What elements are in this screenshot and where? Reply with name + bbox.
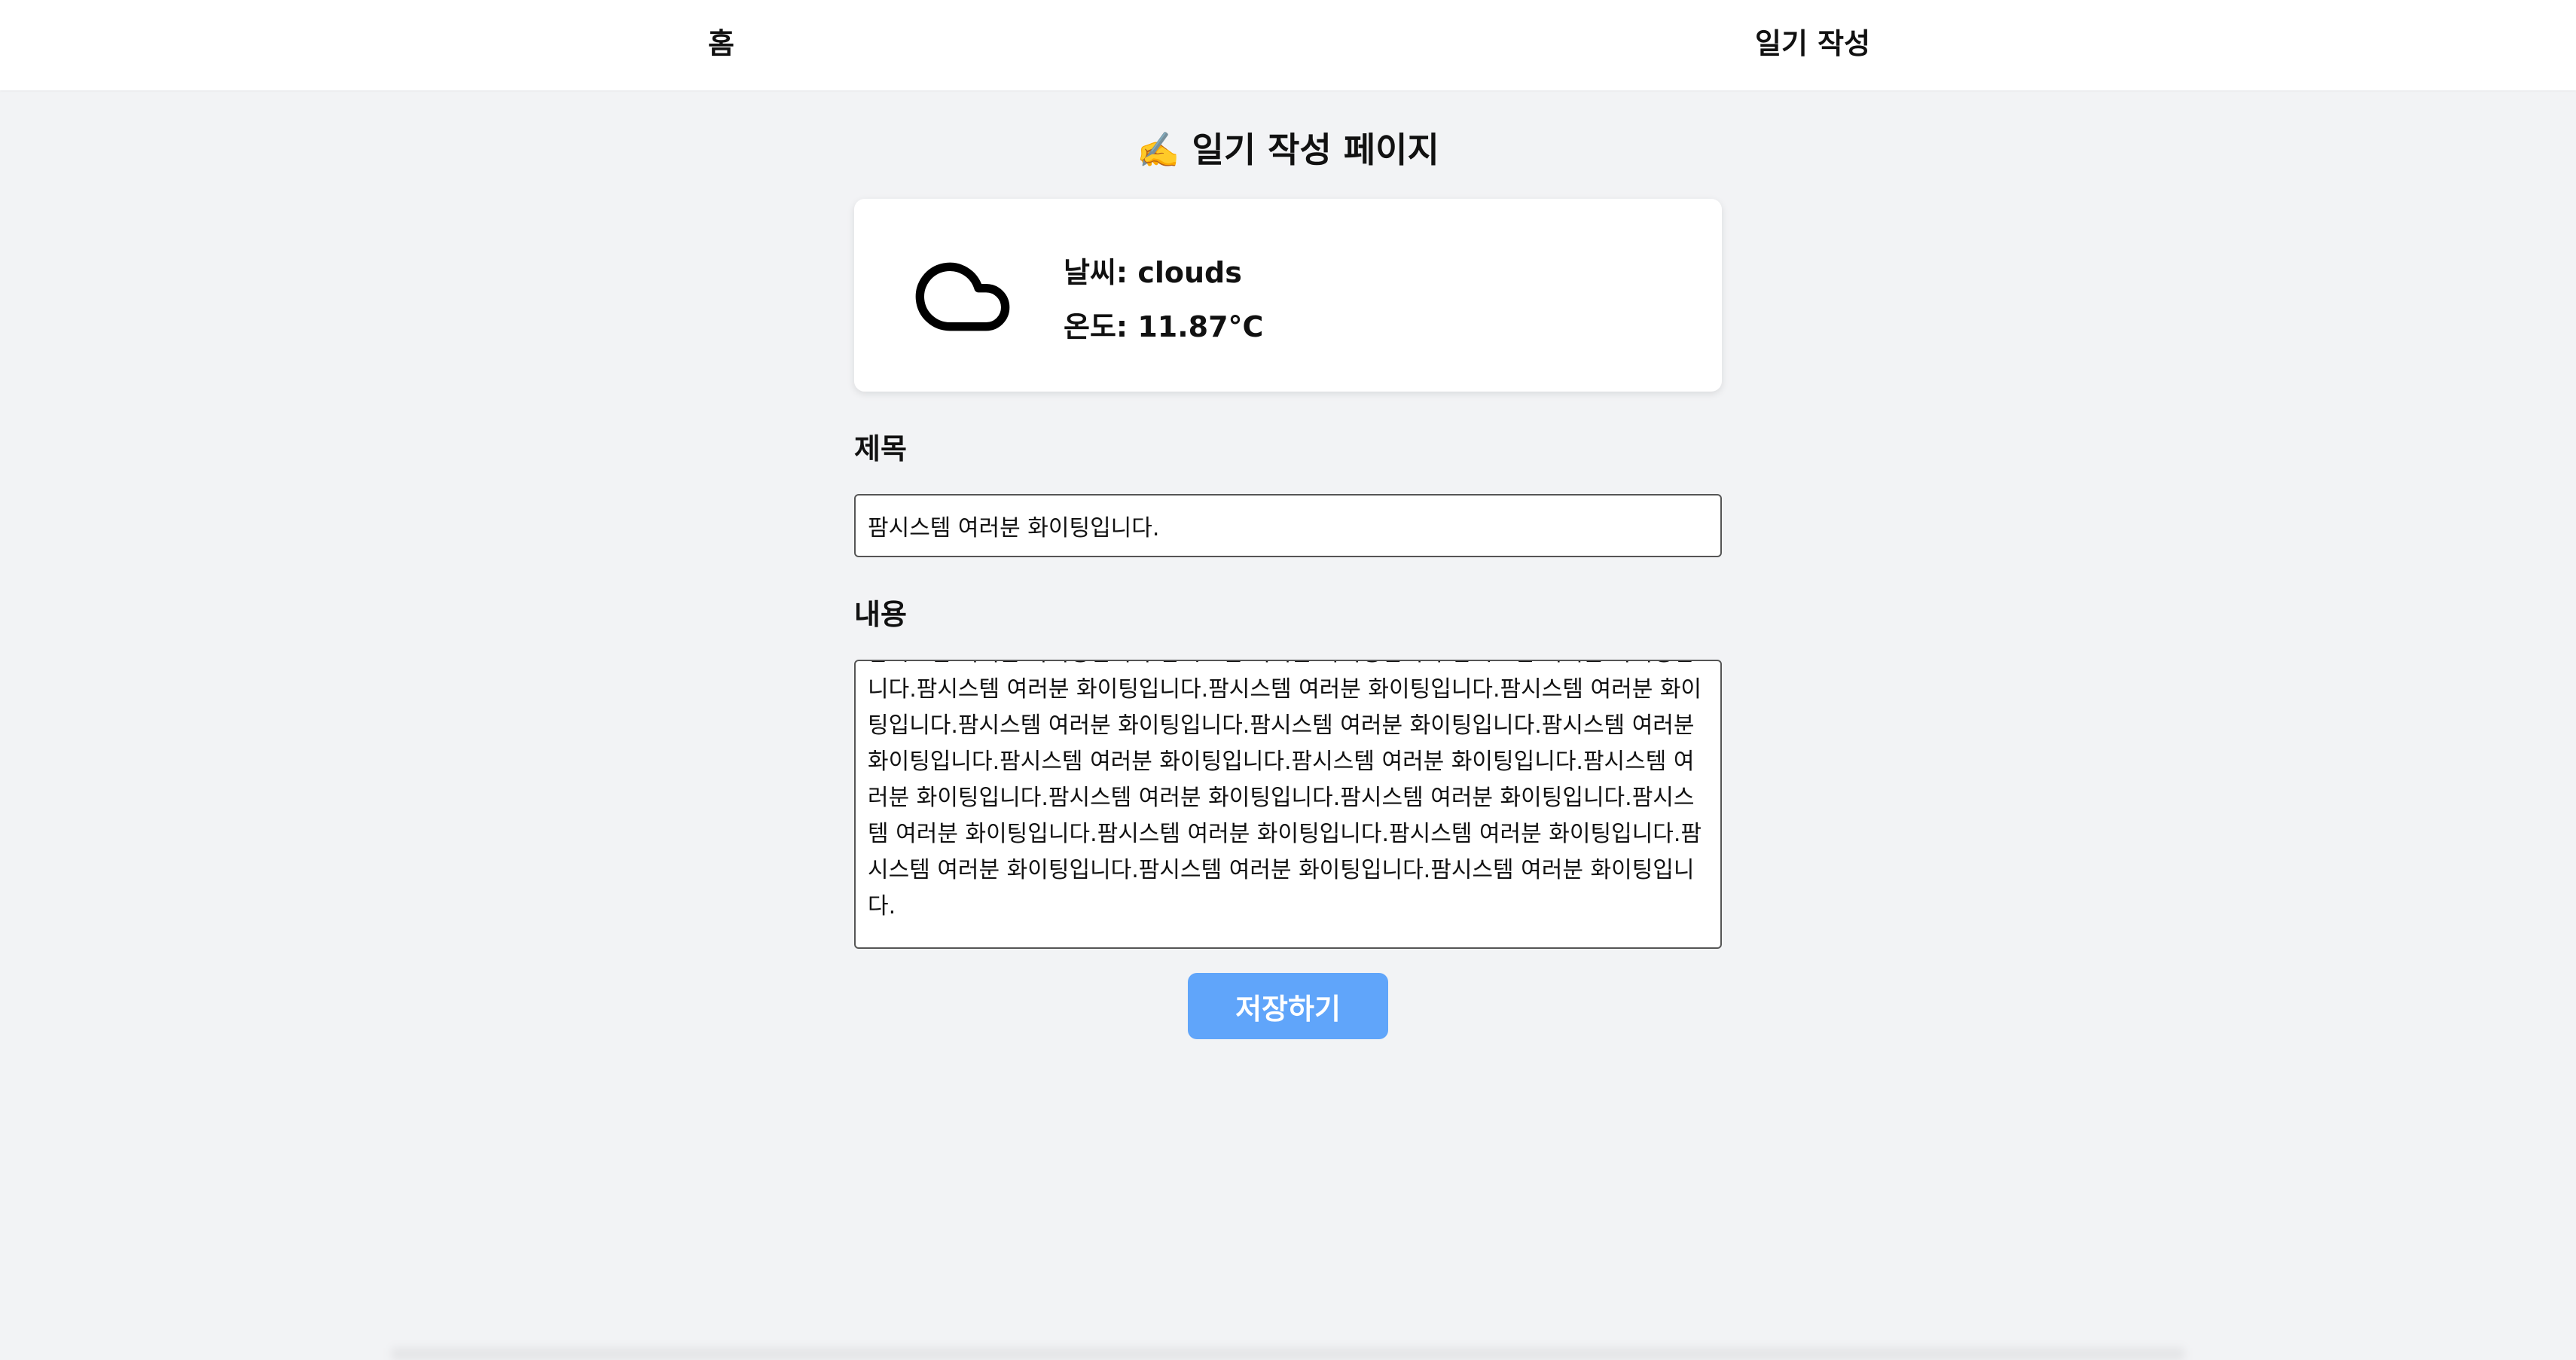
content-text: 팜시스템 여러분 화이팅입니다.팜시스템 여러분 화이팅입니다.팜시스템 여러분… <box>868 661 1702 919</box>
top-navigation: 홈 일기 작성 <box>0 0 2576 90</box>
nav-write-diary-link[interactable]: 일기 작성 <box>1755 23 1870 65</box>
title-input[interactable] <box>854 494 1722 557</box>
weather-condition: 날씨: clouds <box>1064 256 1242 289</box>
title-label: 제목 <box>854 432 907 465</box>
bottom-shadow <box>392 1348 2184 1360</box>
save-button[interactable]: 저장하기 <box>1188 973 1388 1039</box>
weather-temperature: 온도: 11.87°C <box>1064 310 1264 343</box>
cloud-icon <box>915 262 1010 331</box>
content-textarea[interactable]: 팜시스템 여러분 화이팅입니다.팜시스템 여러분 화이팅입니다.팜시스템 여러분… <box>854 660 1722 949</box>
weather-info: 날씨: clouds 온도: 11.87°C <box>1064 245 1263 354</box>
content-label: 내용 <box>854 598 907 631</box>
weather-card: 날씨: clouds 온도: 11.87°C <box>854 199 1722 392</box>
page-title: ✍️ 일기 작성 페이지 <box>1137 130 1439 170</box>
nav-home-link[interactable]: 홈 <box>708 23 734 65</box>
